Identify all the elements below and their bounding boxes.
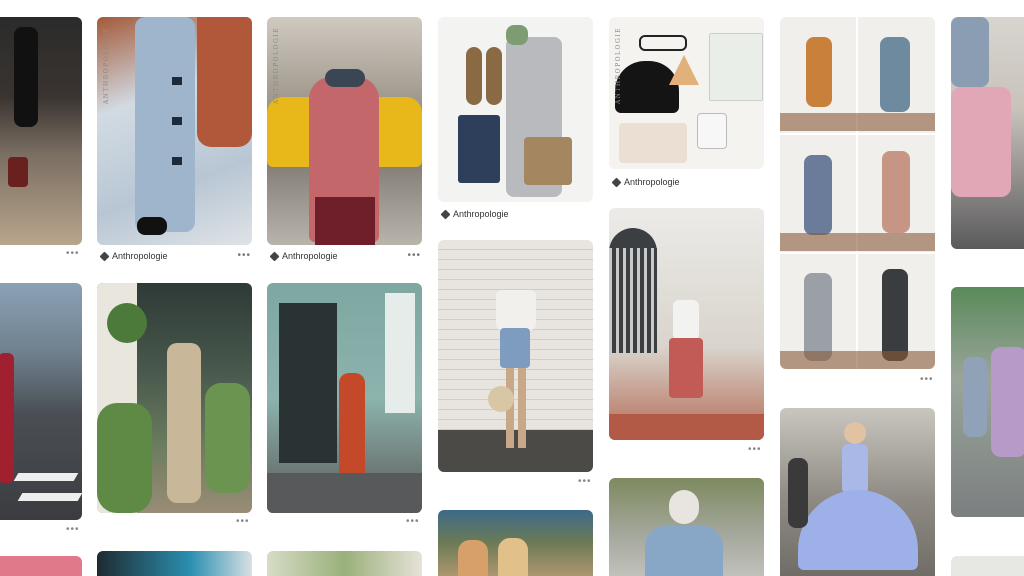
more-options-icon[interactable]: ••• [920,374,934,385]
tag-icon [269,251,280,261]
pin-teal-building[interactable] [267,283,422,513]
pin-grid: ••• ••• ANTHROPOLOGIE Anthropologie ••• … [0,0,1024,576]
pin-footer: Anthropologie [611,174,763,190]
pin-bow-jeans[interactable]: ANTHROPOLOGIE [97,17,252,245]
more-options-icon[interactable]: ••• [236,516,250,527]
pin-crosswalk-dress[interactable] [0,283,82,520]
pin-brick-wall[interactable] [438,240,593,472]
tag-icon [440,209,451,219]
more-options-icon[interactable]: ••• [237,251,251,261]
pin-source-label[interactable]: Anthropologie [282,251,338,261]
more-options-icon[interactable]: ••• [66,248,80,259]
tag-icon [99,251,110,261]
more-options-icon[interactable]: ••• [578,476,592,487]
pin-street-sequin[interactable] [0,17,82,245]
pin-footer: Anthropologie [440,206,592,222]
brand-watermark: ANTHROPOLOGIE [615,27,622,105]
pin-footer: Anthropologie ••• [269,248,421,264]
pin-source-label[interactable]: Anthropologie [112,251,168,261]
pin-white-partial[interactable] [951,556,1024,576]
more-options-icon[interactable]: ••• [407,251,421,261]
pin-taxi-street[interactable]: ANTHROPOLOGIE [267,17,422,245]
brand-watermark: ANTHROPOLOGIE [273,27,280,105]
pin-floral-partial[interactable] [267,551,422,576]
pin-footer: Anthropologie ••• [99,248,251,264]
pin-pink-skirt[interactable] [951,17,1024,249]
more-options-icon[interactable]: ••• [748,444,762,455]
pin-whitewashed-wall[interactable] [609,208,764,440]
pin-blue-gown[interactable] [780,408,935,576]
pin-pink-partial[interactable] [0,556,82,576]
brand-watermark: ANTHROPOLOGIE [103,27,110,105]
more-options-icon[interactable]: ••• [406,516,420,527]
tag-icon [611,177,622,187]
pin-source-label[interactable]: Anthropologie [624,177,680,187]
pin-two-women-partial[interactable] [438,510,593,576]
pin-source-label[interactable]: Anthropologie [453,209,509,219]
pin-flatlay-outfit[interactable] [438,17,593,202]
pin-flatlay-accessories[interactable]: ANTHROPOLOGIE [609,17,764,169]
pin-silver-hair[interactable] [609,478,764,576]
pin-teal-door-partial[interactable] [97,551,252,576]
pin-mother-daughter[interactable] [951,287,1024,517]
pin-garden-shop[interactable] [97,283,252,513]
more-options-icon[interactable]: ••• [66,524,80,535]
pin-outfit-grid[interactable] [780,17,935,369]
